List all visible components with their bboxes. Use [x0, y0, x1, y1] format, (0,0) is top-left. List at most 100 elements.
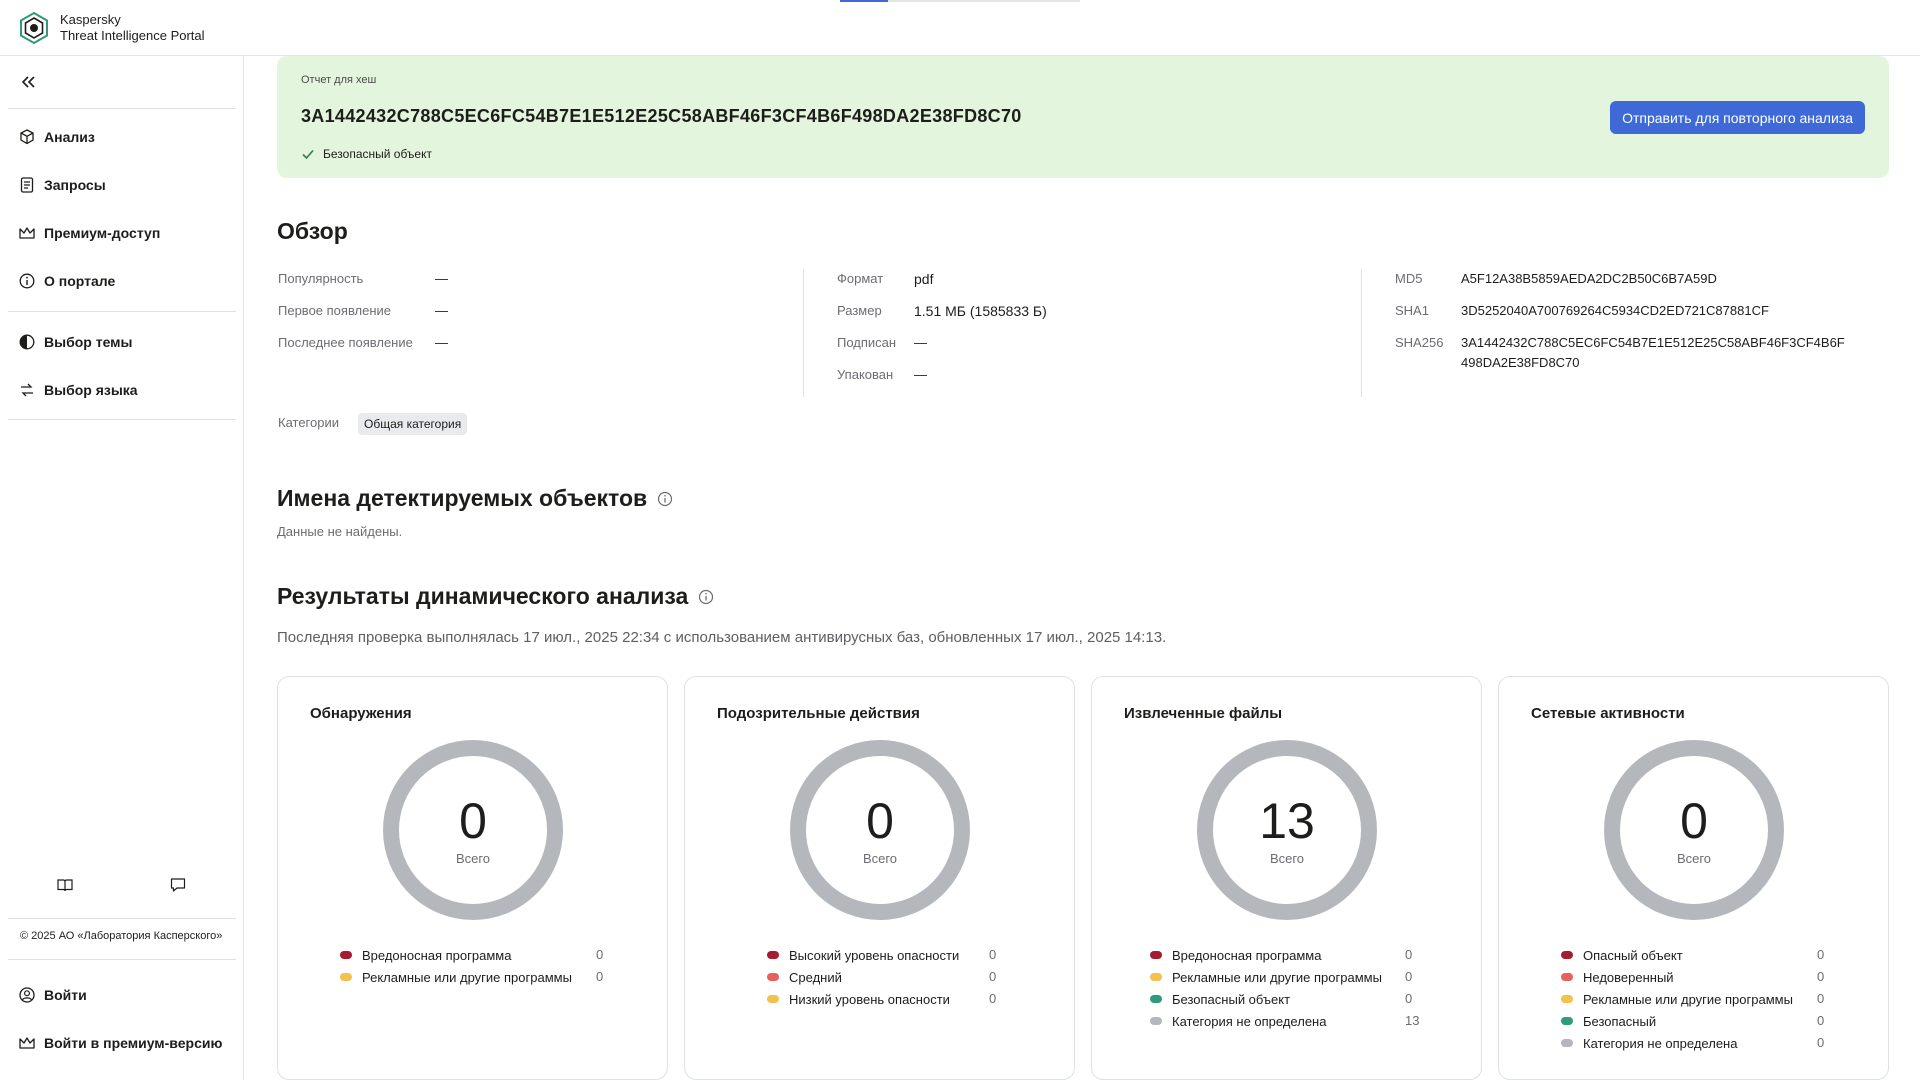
top-header: Kaspersky Threat Intelligence Portal	[0, 0, 1920, 56]
legend-item: Высокий уровень опасности 0	[767, 944, 1007, 966]
sidebar-item-premium[interactable]: Премиум-доступ	[8, 213, 236, 253]
extracted-files-card: Извлеченные файлы 13 Всего Вредоносная п…	[1091, 676, 1482, 1080]
card-legend: Опасный объект 0 Недоверенный 0 Рекламны…	[1561, 944, 1851, 1054]
info-icon[interactable]	[657, 491, 673, 507]
sidebar-divider	[8, 959, 236, 960]
legend-item: Недоверенный 0	[1561, 966, 1851, 988]
legend-item: Средний 0	[767, 966, 1007, 988]
legend-item: Рекламные или другие программы 0	[1561, 988, 1851, 1010]
card-title: Подозрительные действия	[717, 705, 920, 722]
legend-swatch	[1150, 973, 1162, 981]
premium-login-label: Войти в премиум-версию	[44, 1035, 223, 1051]
scan-info: Последняя проверка выполнялась 17 июл., …	[277, 629, 1167, 646]
language-icon	[21, 383, 33, 397]
legend-swatch	[340, 951, 352, 959]
legend-label: Рекламные или другие программы	[362, 969, 572, 985]
legend-swatch	[1561, 951, 1573, 959]
detections-title: Имена детектируемых объектов	[277, 485, 673, 512]
field-label: MD5	[1395, 271, 1423, 286]
field-label: Категории	[278, 415, 339, 430]
legend-count: 0	[1405, 991, 1413, 1006]
legend-item: Опасный объект 0	[1561, 944, 1851, 966]
book-icon	[57, 879, 73, 892]
brand-line2: Threat Intelligence Portal	[60, 28, 205, 43]
field-value[interactable]: 3A1442432C788C5EC6FC54B7E1E512E25C58ABF4…	[1461, 335, 1845, 350]
field-value[interactable]: 3D5252040A700769264C5934CD2ED721C87881CF	[1461, 303, 1769, 318]
legend-count: 0	[1817, 969, 1825, 984]
sidebar-divider	[8, 108, 236, 109]
sidebar-item-theme[interactable]: Выбор темы	[8, 322, 236, 362]
help-book-button[interactable]	[51, 871, 79, 899]
sidebar-item-about[interactable]: О портале	[8, 261, 236, 301]
card-total-label: Всего	[862, 851, 898, 866]
collapse-sidebar-icon[interactable]	[16, 70, 40, 94]
report-label: Отчет для хеш	[301, 74, 377, 86]
legend-count: 0	[596, 947, 604, 962]
card-title: Извлеченные файлы	[1124, 705, 1283, 722]
sidebar-item-requests[interactable]: Запросы	[8, 165, 236, 205]
sidebar-item-analysis[interactable]: Анализ	[8, 117, 236, 157]
legend-count: 0	[596, 969, 604, 984]
field-label: Упакован	[837, 367, 894, 382]
card-total: 0	[866, 793, 894, 849]
check-icon	[302, 149, 314, 160]
main-content: Отчет для хеш 3A1442432C788C5EC6FC54B7E1…	[245, 56, 1920, 1080]
legend-item: Категория не определена 13	[1150, 1010, 1440, 1032]
legend-count: 0	[1817, 991, 1825, 1006]
overview-title-text: Обзор	[277, 218, 348, 244]
legend-label: Категория не определена	[1172, 1013, 1327, 1029]
legend-item: Безопасный 0	[1561, 1010, 1851, 1032]
legend-count: 0	[989, 969, 997, 984]
field-value[interactable]: A5F12A38B5859AEDA2DC2B50C6B7A59D	[1461, 271, 1717, 286]
brand-name[interactable]: Kaspersky Threat Intelligence Portal	[60, 12, 205, 44]
sidebar-divider	[8, 918, 236, 919]
field-label: Популярность	[278, 271, 364, 286]
legend-label: Безопасный	[1583, 1013, 1657, 1029]
kaspersky-logo-icon[interactable]	[18, 12, 50, 44]
premium-login-button[interactable]: Войти в премиум-версию	[8, 1023, 236, 1063]
card-total: 0	[459, 793, 487, 849]
chat-icon	[170, 878, 186, 892]
legend-item: Безопасный объект 0	[1150, 988, 1440, 1010]
sidebar-item-label: Выбор темы	[44, 334, 133, 350]
legend-count: 0	[1817, 947, 1825, 962]
report-hash[interactable]: 3A1442432C788C5EC6FC54B7E1E512E25C58ABF4…	[301, 106, 1022, 127]
sidebar: Анализ Запросы Премиум-доступ О портале …	[0, 56, 244, 1080]
detections-card: Обнаружения 0 Всего Вредоносная программ…	[277, 676, 668, 1080]
top-tab-indicator	[840, 0, 1080, 2]
legend-item: Категория не определена 0	[1561, 1032, 1851, 1054]
card-total: 13	[1259, 793, 1315, 849]
field-value-continued[interactable]: 498DA2E38FD8C70	[1461, 355, 1580, 370]
field-label: Последнее появление	[278, 335, 413, 350]
sidebar-item-label: Выбор языка	[44, 382, 138, 398]
legend-swatch	[767, 995, 779, 1003]
legend-swatch	[340, 973, 352, 981]
legend-item: Рекламные или другие программы 0	[340, 966, 610, 988]
legend-swatch	[1150, 951, 1162, 959]
legend-count: 0	[1405, 947, 1413, 962]
user-icon	[19, 987, 35, 1003]
card-total-label: Всего	[1676, 851, 1712, 866]
field-value: —	[914, 335, 927, 350]
feedback-button[interactable]	[164, 871, 192, 899]
field-value: —	[435, 271, 448, 286]
copyright-text: © 2025 АО «Лаборатория Касперского»	[20, 930, 223, 942]
suspicious-actions-card: Подозрительные действия 0 Всего Высокий …	[684, 676, 1075, 1080]
legend-swatch	[1561, 973, 1573, 981]
legend-swatch	[767, 973, 779, 981]
info-icon	[19, 273, 35, 289]
card-total: 0	[1680, 793, 1708, 849]
legend-label: Рекламные или другие программы	[1583, 991, 1793, 1007]
legend-label: Средний	[789, 969, 842, 985]
field-label: SHA256	[1395, 335, 1444, 350]
login-button[interactable]: Войти	[8, 975, 236, 1015]
field-label: SHA1	[1395, 303, 1429, 318]
column-divider	[803, 269, 804, 397]
sidebar-item-language[interactable]: Выбор языка	[8, 370, 236, 410]
legend-item: Вредоносная программа 0	[340, 944, 610, 966]
reanalyze-button[interactable]: Отправить для повторного анализа	[1610, 101, 1865, 134]
legend-label: Недоверенный	[1583, 969, 1674, 985]
info-icon[interactable]	[698, 589, 714, 605]
legend-count: 0	[989, 947, 997, 962]
legend-count: 0	[1817, 1035, 1825, 1050]
